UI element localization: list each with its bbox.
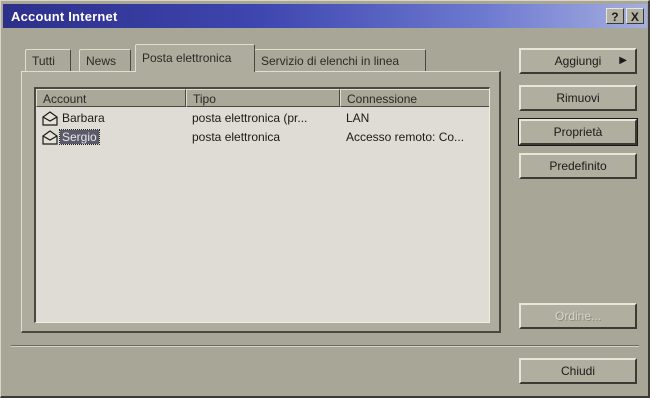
list-header: Account Tipo Connessione [36, 89, 489, 107]
account-type: posta elettronica [192, 130, 281, 144]
properties-button[interactable]: Proprietà [518, 118, 638, 146]
order-button[interactable]: Ordine... [519, 303, 637, 329]
account-connection: Accesso remoto: Co... [346, 130, 465, 144]
add-button-label: Aggiungi [554, 54, 602, 68]
set-default-button[interactable]: Predefinito [519, 153, 637, 179]
separator [11, 345, 639, 347]
tab-panel: Account Tipo Connessione Barbara posta e… [21, 71, 501, 333]
close-button[interactable]: Chiudi [519, 358, 637, 384]
submenu-arrow-icon: ▶ [619, 55, 627, 66]
add-button[interactable]: Aggiungi ▶ [519, 48, 637, 74]
account-type: posta elettronica (pr... [192, 111, 308, 125]
tab-servizio-elenchi[interactable]: Servizio di elenchi in linea [254, 49, 426, 71]
remove-button[interactable]: Rimuovi [519, 85, 637, 111]
account-name: Barbara [62, 111, 105, 125]
mail-account-icon [42, 130, 58, 145]
tab-posta-elettronica[interactable]: Posta elettronica [135, 44, 255, 72]
title-bar: Account Internet ? X [3, 4, 647, 28]
tab-tutti[interactable]: Tutti [25, 49, 71, 71]
list-item[interactable]: Sergio posta elettronica Accesso remoto:… [36, 128, 489, 148]
column-header-connessione[interactable]: Connessione [340, 89, 489, 107]
list-item[interactable]: Barbara posta elettronica (pr... LAN [36, 109, 489, 129]
account-internet-dialog: Account Internet ? X Tutti News Posta el… [0, 0, 650, 398]
accounts-list[interactable]: Account Tipo Connessione Barbara posta e… [34, 87, 490, 323]
window-title: Account Internet [11, 9, 118, 24]
mail-account-icon [42, 111, 58, 126]
column-header-account[interactable]: Account [36, 89, 186, 107]
account-connection: LAN [346, 111, 370, 125]
help-button[interactable]: ? [606, 8, 624, 24]
column-header-tipo[interactable]: Tipo [186, 89, 340, 107]
account-name: Sergio [59, 129, 100, 145]
close-window-button[interactable]: X [626, 8, 644, 24]
tab-news[interactable]: News [79, 49, 131, 71]
